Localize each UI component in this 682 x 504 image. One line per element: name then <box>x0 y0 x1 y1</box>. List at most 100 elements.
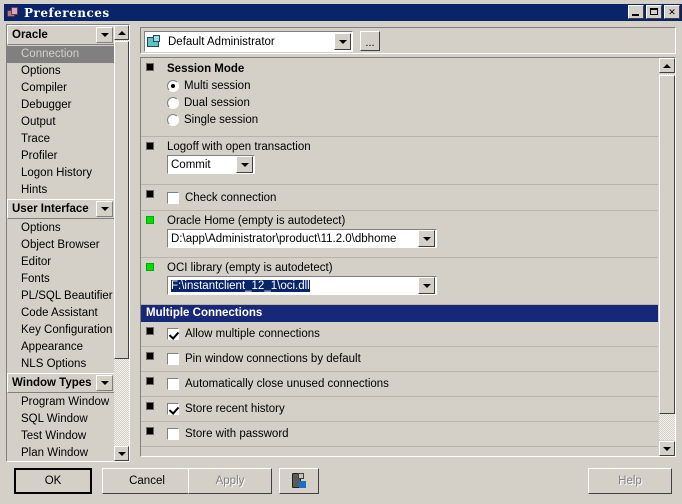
chevron-down-icon <box>422 283 431 288</box>
sidebar-item-code-assistant[interactable]: Code Assistant <box>7 305 115 322</box>
radio-label: Dual session <box>184 97 250 109</box>
window-title: Preferences <box>24 5 110 20</box>
sidebar-group-label: Oracle <box>12 29 48 41</box>
arrow-down-icon <box>663 446 671 451</box>
oracle-home-marker <box>146 216 154 224</box>
sidebar-group-label: Window Types <box>12 377 92 389</box>
checkbox-icon <box>167 427 179 440</box>
store-password-marker <box>146 427 154 435</box>
checkbox-label: Allow multiple connections <box>185 327 320 340</box>
sidebar-item-trace[interactable]: Trace <box>7 131 115 148</box>
radio-single-session[interactable]: Single session <box>167 112 654 128</box>
maximize-button[interactable] <box>646 5 662 19</box>
sidebar-scroll-up-button[interactable] <box>114 25 129 40</box>
checkbox-label: Pin window connections by default <box>185 352 361 365</box>
copy-preferences-button[interactable] <box>279 468 319 494</box>
options-scroll-up-button[interactable] <box>659 58 675 73</box>
chevron-down-icon <box>240 162 249 167</box>
allow-multiple-marker <box>146 327 154 335</box>
sidebar-item-key-configuration[interactable]: Key Configuration <box>7 322 115 339</box>
sidebar-group-toggle[interactable] <box>96 375 113 391</box>
options-scrollbar[interactable] <box>659 58 675 456</box>
sidebar-item-test-window[interactable]: Test Window <box>7 428 115 445</box>
sidebar-item-hints[interactable]: Hints <box>7 182 115 199</box>
oracle-home-dropdown-button[interactable] <box>418 230 435 247</box>
checkbox-icon <box>167 327 179 340</box>
sidebar-group-toggle[interactable] <box>96 27 113 43</box>
profile-dropdown-button[interactable] <box>334 33 351 50</box>
sidebar-item-options[interactable]: Options <box>7 63 115 80</box>
chevron-down-icon <box>100 381 109 385</box>
sidebar-item-object-browser[interactable]: Object Browser <box>7 237 115 254</box>
chevron-down-icon <box>100 33 109 37</box>
sidebar-scroll-down-button[interactable] <box>114 446 129 461</box>
option-row-oracle-home: Oracle Home (empty is autodetect) D:\app… <box>141 211 658 258</box>
cancel-button[interactable]: Cancel <box>102 468 192 494</box>
checkbox-label: Store with password <box>185 427 289 440</box>
sidebar-list: Oracle Connection Options Compiler Debugger O… <box>7 25 115 461</box>
sidebar-item-profiler[interactable]: Profiler <box>7 148 115 165</box>
sidebar-item-fonts[interactable]: Fonts <box>7 271 115 288</box>
sidebar-item-nls-options[interactable]: NLS Options <box>7 356 115 373</box>
preferences-sidebar[interactable]: Oracle Connection Options Compiler Debugger O… <box>6 24 130 462</box>
checkbox-label: Automatically close unused connections <box>185 377 389 390</box>
profile-more-button[interactable]: ... <box>360 31 380 51</box>
sidebar-scrollbar[interactable] <box>114 25 129 461</box>
option-row-auto-close: Automatically close unused connections <box>141 372 658 397</box>
sidebar-item-logon-history[interactable]: Logon History <box>7 165 115 182</box>
oci-library-dropdown-button[interactable] <box>418 277 435 294</box>
checkbox-label: Store recent history <box>185 402 285 415</box>
sidebar-item-sql-window[interactable]: SQL Window <box>7 411 115 428</box>
logoff-value: Commit <box>171 158 211 171</box>
sidebar-item-editor[interactable]: Editor <box>7 254 115 271</box>
logoff-combo[interactable]: Commit <box>167 155 255 174</box>
options-scroll-thumb[interactable] <box>659 75 675 414</box>
copy-preferences-icon <box>290 472 308 490</box>
checkbox-pin-window-connections[interactable]: Pin window connections by default <box>167 350 654 367</box>
oracle-home-value[interactable]: D:\app\Administrator\product\11.2.0\dbho… <box>168 233 417 245</box>
sidebar-item-appearance[interactable]: Appearance <box>7 339 115 356</box>
dialog-button-bar: OK Cancel Apply Help <box>2 460 682 502</box>
checkbox-allow-multiple-connections[interactable]: Allow multiple connections <box>167 325 654 342</box>
sidebar-item-program-window[interactable]: Program Window <box>7 394 115 411</box>
checkbox-store-with-password[interactable]: Store with password <box>167 425 654 442</box>
profile-combo[interactable]: Default Administrator <box>144 31 353 52</box>
option-row-store-recent: Store recent history <box>141 397 658 422</box>
sidebar-group-oracle[interactable]: Oracle <box>7 25 115 45</box>
radio-dual-session[interactable]: Dual session <box>167 95 654 111</box>
sidebar-item-debugger[interactable]: Debugger <box>7 97 115 114</box>
checkbox-label: Check connection <box>185 191 277 204</box>
sidebar-item-compiler[interactable]: Compiler <box>7 80 115 97</box>
preferences-icon <box>6 6 20 19</box>
close-icon: ✕ <box>668 7 676 17</box>
sidebar-group-window-types[interactable]: Window Types <box>7 373 115 393</box>
sidebar-item-output[interactable]: Output <box>7 114 115 131</box>
apply-button[interactable]: Apply <box>188 468 272 494</box>
close-button[interactable]: ✕ <box>664 5 680 19</box>
options-scroll-down-button[interactable] <box>659 441 675 456</box>
auto-close-marker <box>146 377 154 385</box>
help-button[interactable]: Help <box>588 468 672 494</box>
minimize-button[interactable] <box>628 5 644 19</box>
oci-library-combo[interactable]: F:\instantclient_12_1\oci.dll <box>167 276 437 295</box>
sidebar-scroll-thumb[interactable] <box>114 41 129 359</box>
sidebar-item-options[interactable]: Options <box>7 220 115 237</box>
sidebar-group-user-interface[interactable]: User Interface <box>7 199 115 219</box>
sidebar-group-toggle[interactable] <box>96 201 113 217</box>
sidebar-item-connection[interactable]: Connection <box>7 46 115 63</box>
ok-button[interactable]: OK <box>14 468 92 494</box>
oci-library-value[interactable]: F:\instantclient_12_1\oci.dll <box>168 279 417 292</box>
window-controls: ✕ <box>628 5 680 19</box>
logoff-dropdown-button[interactable] <box>236 156 253 173</box>
logoff-label: Logoff with open transaction <box>167 141 311 153</box>
oracle-home-combo[interactable]: D:\app\Administrator\product\11.2.0\dbho… <box>167 229 437 248</box>
radio-icon <box>167 80 179 92</box>
check-connection-marker <box>146 190 154 198</box>
checkbox-store-recent-history[interactable]: Store recent history <box>167 400 654 417</box>
oci-library-selected-text: F:\instantclient_12_1\oci.dll <box>171 279 310 292</box>
sidebar-item-pl-sql-beautifier[interactable]: PL/SQL Beautifier <box>7 288 115 305</box>
radio-multi-session[interactable]: Multi session <box>167 78 654 94</box>
profile-icon <box>147 34 162 49</box>
checkbox-auto-close-unused[interactable]: Automatically close unused connections <box>167 375 654 392</box>
checkbox-check-connection[interactable]: Check connection <box>167 189 654 206</box>
